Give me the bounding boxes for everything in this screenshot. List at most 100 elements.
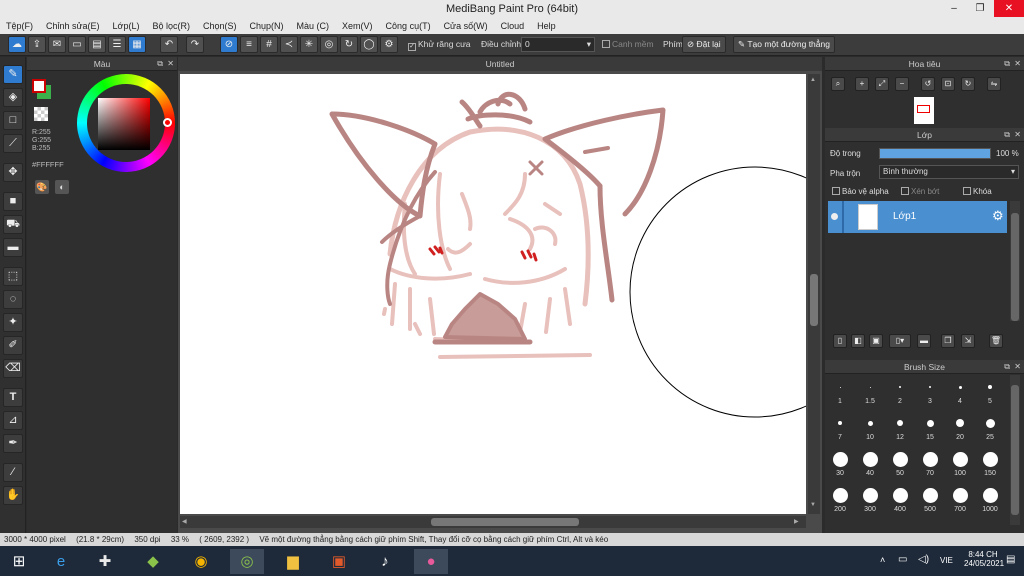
menu-help[interactable]: Help: [537, 21, 556, 31]
move-tool-icon[interactable]: ✥: [3, 163, 23, 182]
brush-size-dot[interactable]: [985, 418, 995, 428]
float-icon[interactable]: ⧉: [1004, 360, 1010, 374]
notification-icon[interactable]: ▤: [1006, 554, 1015, 565]
brush-size-dot[interactable]: [832, 487, 848, 503]
opacity-slider[interactable]: [879, 148, 991, 159]
scroll-down-icon[interactable]: ▼: [810, 502, 816, 508]
select-pen-tool-icon[interactable]: ✐: [3, 336, 23, 355]
horizontal-scrollbar[interactable]: ◀ ▶: [180, 516, 806, 528]
zoom-out-icon[interactable]: −: [895, 77, 909, 91]
brush-size-dot[interactable]: [899, 386, 901, 388]
network-icon[interactable]: ▭: [898, 554, 907, 565]
curve-snap-icon[interactable]: ↻: [340, 36, 358, 53]
close-icon[interactable]: ✕: [1014, 128, 1021, 142]
dot-pen-tool-icon[interactable]: ⟋: [3, 134, 23, 153]
brush-size-dot[interactable]: [862, 451, 878, 467]
brush-size-dot[interactable]: [982, 451, 998, 467]
transparent-color-swatch[interactable]: [34, 107, 48, 121]
share-icon[interactable]: ⇪: [28, 36, 46, 53]
float-icon[interactable]: ⧉: [157, 57, 163, 71]
layer-scroll-thumb[interactable]: [1011, 213, 1019, 321]
merge-layer-icon[interactable]: ⇲: [961, 334, 975, 348]
vertical-scroll-thumb[interactable]: [810, 274, 818, 326]
brush-size-dot[interactable]: [956, 419, 964, 427]
bluestacks-icon[interactable]: ◆: [136, 549, 170, 574]
navigator-viewport[interactable]: [917, 105, 930, 113]
menu-color[interactable]: Màu (C): [297, 21, 330, 31]
straight-line-button[interactable]: ✎ Tạo một đường thẳng: [733, 36, 835, 53]
powerpoint-icon[interactable]: ▣: [322, 549, 356, 574]
undo-icon[interactable]: ↶: [160, 36, 178, 53]
horizontal-scroll-thumb[interactable]: [431, 518, 579, 526]
reset-button[interactable]: ⊘ Đặt lại: [682, 36, 726, 53]
file-explorer-icon[interactable]: ▆: [276, 549, 310, 574]
game-app-icon[interactable]: ✚: [88, 549, 122, 574]
grid-icon[interactable]: ▦: [128, 36, 146, 53]
brush-size-dot[interactable]: [892, 451, 908, 467]
menu-file[interactable]: Tệp(F): [6, 21, 33, 31]
flip-icon[interactable]: ⇋: [987, 77, 1001, 91]
rotate-right-icon[interactable]: ↻: [961, 77, 975, 91]
menu-view[interactable]: Xem(V): [342, 21, 373, 31]
menu-filter[interactable]: Bộ lọc(R): [152, 21, 190, 31]
medibang-icon[interactable]: ●: [414, 549, 448, 574]
new-layer-icon[interactable]: ▯: [833, 334, 847, 348]
brush-size-dot[interactable]: [867, 420, 873, 426]
gradient-tool-icon[interactable]: ▬: [3, 238, 23, 257]
green-app-icon[interactable]: ◎: [230, 549, 264, 574]
palette-add-icon[interactable]: ◐: [55, 180, 69, 194]
minimize-button[interactable]: –: [940, 0, 968, 17]
scroll-right-icon[interactable]: ▶: [794, 518, 799, 525]
brush-size-dot[interactable]: [897, 420, 903, 426]
brush-size-dot[interactable]: [862, 487, 878, 503]
snap-off-icon[interactable]: ⊘: [220, 36, 238, 53]
bucket-tool-icon[interactable]: ⛟: [3, 215, 23, 234]
chrome-icon[interactable]: ◉: [184, 549, 218, 574]
volume-icon[interactable]: ◁): [918, 554, 929, 565]
fill-rect-tool-icon[interactable]: ■: [3, 192, 23, 211]
rect-tool-icon[interactable]: □: [3, 111, 23, 130]
brush-size-dot[interactable]: [952, 451, 968, 467]
primary-color-swatch[interactable]: [32, 79, 46, 93]
menu-select[interactable]: Chọn(S): [203, 21, 237, 31]
close-icon[interactable]: ✕: [1014, 360, 1021, 374]
adjust-select[interactable]: 0 ▾: [521, 37, 595, 52]
eye-icon[interactable]: [831, 213, 838, 220]
brush-size-dot[interactable]: [892, 487, 908, 503]
menu-cloud[interactable]: Cloud: [501, 21, 525, 31]
divide-tool-icon[interactable]: ⊿: [3, 411, 23, 430]
blend-select[interactable]: Bình thường ▾: [879, 165, 1019, 179]
saturation-value-square[interactable]: [98, 98, 150, 150]
select-eraser-tool-icon[interactable]: ⌫: [3, 359, 23, 378]
reset-view-icon[interactable]: ⊡: [941, 77, 955, 91]
brush-size-dot[interactable]: [832, 451, 848, 467]
trash-icon[interactable]: 🗑: [989, 334, 1003, 348]
brush-size-dot[interactable]: [922, 487, 938, 503]
rotate-left-icon[interactable]: ↺: [921, 77, 935, 91]
add-layer-menu-icon[interactable]: ▯▾: [889, 334, 911, 348]
new-halftone-layer-icon[interactable]: ◧: [851, 334, 865, 348]
close-icon[interactable]: ✕: [1014, 57, 1021, 71]
eyedropper-tool-icon[interactable]: ⁄: [3, 463, 23, 482]
menu-edit[interactable]: Chỉnh sửa(E): [46, 21, 100, 31]
zoom-in-icon[interactable]: +: [855, 77, 869, 91]
brush-size-dot[interactable]: [839, 386, 841, 388]
menu-tools[interactable]: Công cụ(T): [386, 21, 431, 31]
vertical-scrollbar[interactable]: ▲ ▼: [808, 74, 820, 514]
scroll-up-icon[interactable]: ▲: [810, 77, 816, 83]
language-indicator[interactable]: VIE: [940, 556, 953, 565]
pen-tool-icon[interactable]: ✒: [3, 434, 23, 453]
brush-size-scroll-thumb[interactable]: [1011, 385, 1019, 515]
layer-scrollbar[interactable]: [1010, 201, 1020, 321]
cloud-icon[interactable]: ☁: [8, 36, 26, 53]
menu-snap[interactable]: Chụp(N): [250, 21, 284, 31]
tray-up-icon[interactable]: ˄: [880, 555, 885, 565]
brush-size-dot[interactable]: [952, 487, 968, 503]
brush-size-dot[interactable]: [869, 386, 871, 388]
hue-cursor[interactable]: [163, 118, 172, 127]
magic-wand-tool-icon[interactable]: ✦: [3, 313, 23, 332]
rect-select-tool-icon[interactable]: ⬚: [3, 267, 23, 286]
brush-size-dot[interactable]: [838, 421, 842, 425]
menu-layer[interactable]: Lớp(L): [113, 21, 140, 31]
cross-snap-icon[interactable]: #: [260, 36, 278, 53]
